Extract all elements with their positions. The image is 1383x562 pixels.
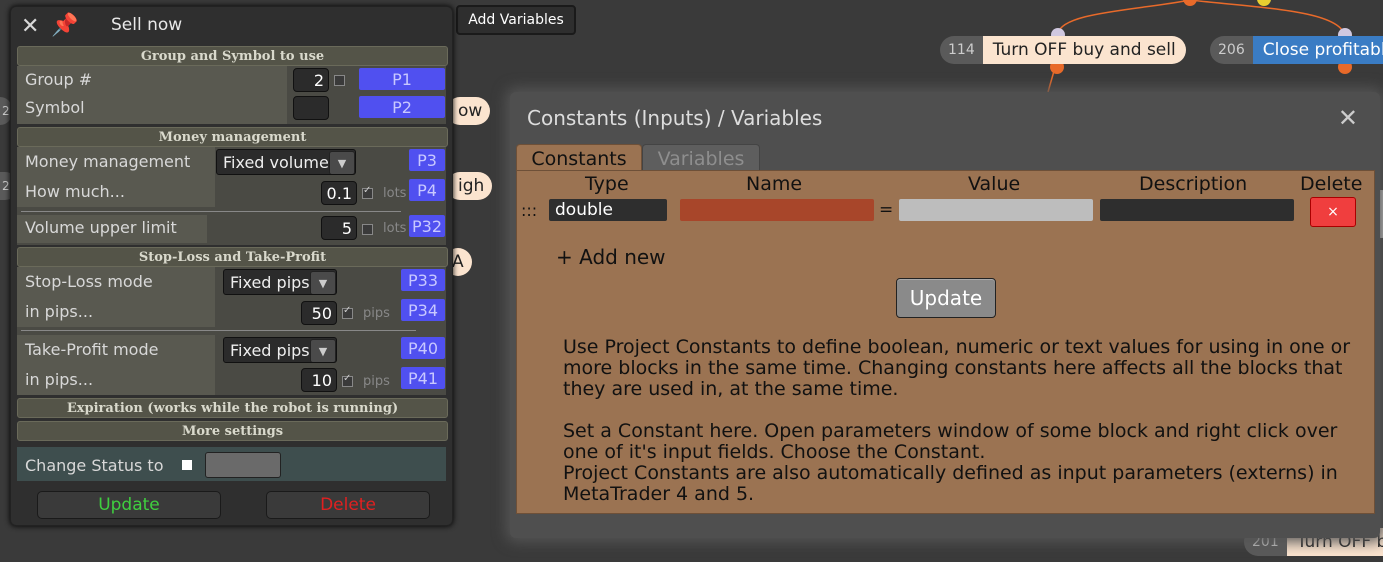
sell-now-window: ✕ 📌 Sell now Group and Symbol to use Gro…	[10, 6, 453, 526]
stop-loss-mode-select[interactable]: Fixed pips ▼	[223, 269, 337, 295]
block-node-206[interactable]: 206 Close profitable	[1210, 36, 1383, 64]
param-p32-button[interactable]: P32	[409, 215, 445, 237]
help-text-3: Project Constants are also automatically…	[563, 462, 1338, 505]
window-title: Constants (Inputs) / Variables	[527, 106, 823, 130]
tab-constants[interactable]: Constants	[516, 144, 642, 172]
param-p33-button[interactable]: P33	[401, 269, 445, 291]
select-value: Fixed volume	[223, 152, 329, 172]
add-new-button[interactable]: + Add new	[556, 245, 666, 269]
name-input[interactable]	[680, 199, 874, 221]
select-value: Fixed pips	[230, 272, 310, 292]
chevron-down-icon: ▼	[329, 151, 355, 174]
change-status-checkbox[interactable]	[182, 460, 192, 470]
drag-handle-icon[interactable]: :::	[521, 201, 537, 220]
how-much-input[interactable]: 0.1	[321, 181, 357, 205]
change-status-label: Change Status to	[25, 456, 164, 475]
status-color-picker[interactable]	[205, 452, 281, 478]
param-p2-button[interactable]: P2	[359, 96, 445, 118]
money-management-label: Money management	[25, 152, 191, 171]
sl-pips-input[interactable]: 50	[301, 301, 337, 325]
how-much-label: How much...	[25, 182, 125, 201]
update-button[interactable]: Update	[896, 278, 996, 318]
tp-pips-checkbox[interactable]	[342, 373, 353, 387]
section-header-more-settings[interactable]: More settings	[17, 421, 448, 441]
delete-row-button[interactable]: ×	[1310, 197, 1356, 227]
block-number: 206	[1210, 36, 1253, 64]
lots-unit: lots	[383, 221, 407, 236]
param-p1-button[interactable]: P1	[359, 68, 445, 90]
param-p41-button[interactable]: P41	[401, 367, 445, 389]
param-p3-button[interactable]: P3	[409, 149, 445, 171]
help-text-2: Set a Constant here. Open parameters win…	[563, 420, 1338, 463]
close-icon[interactable]: ✕	[21, 14, 39, 39]
volume-upper-limit-input[interactable]: 5	[321, 216, 357, 240]
param-p34-button[interactable]: P34	[401, 299, 445, 321]
tp-pips-input[interactable]: 10	[301, 368, 337, 392]
block-label: Close profitable	[1252, 36, 1383, 64]
chevron-down-icon: ▼	[310, 339, 336, 362]
close-icon[interactable]: ✕	[1338, 104, 1358, 132]
constants-panel: Type Name Value Description Delete ::: d…	[516, 170, 1375, 514]
section-header-sltp[interactable]: Stop-Loss and Take-Profit	[17, 247, 448, 267]
group-checkbox[interactable]	[334, 75, 345, 86]
chevron-down-icon: ▼	[310, 271, 336, 294]
param-p4-button[interactable]: P4	[409, 179, 445, 201]
window-title: Sell now	[111, 15, 183, 35]
group-label: Group #	[25, 70, 93, 89]
tp-pips-label: in pips...	[25, 370, 94, 389]
column-header-value: Value	[968, 173, 1021, 195]
volume-upper-checkbox[interactable]	[362, 224, 373, 235]
value-input[interactable]	[899, 199, 1093, 221]
section-header-expiration[interactable]: Expiration (works while the robot is run…	[17, 398, 448, 418]
lots-unit: lots	[383, 186, 407, 201]
divider	[21, 330, 416, 331]
column-header-delete: Delete	[1300, 173, 1363, 195]
select-value: Fixed pips	[230, 340, 310, 360]
section-header-group-symbol[interactable]: Group and Symbol to use	[17, 46, 448, 66]
block-label: Turn OFF buy and sell	[982, 36, 1186, 64]
block-number: 114	[940, 36, 983, 64]
money-management-select[interactable]: Fixed volume ▼	[216, 149, 356, 175]
pips-unit: pips	[363, 306, 390, 321]
section-header-money[interactable]: Money management	[17, 127, 448, 147]
divider	[21, 211, 401, 212]
update-button[interactable]: Update	[37, 491, 221, 519]
column-header-type: Type	[585, 173, 629, 195]
pips-unit: pips	[363, 374, 390, 389]
column-header-description: Description	[1139, 173, 1248, 195]
param-p40-button[interactable]: P40	[401, 337, 445, 359]
help-text-1: Use Project Constants to define boolean,…	[563, 336, 1351, 400]
description-input[interactable]	[1100, 199, 1294, 221]
take-profit-mode-select[interactable]: Fixed pips ▼	[223, 337, 337, 363]
block-node-114[interactable]: 114 Turn OFF buy and sell	[940, 36, 1186, 64]
group-input[interactable]: 2	[293, 68, 329, 92]
type-select[interactable]: double	[549, 199, 667, 221]
symbol-label: Symbol	[25, 98, 85, 117]
column-header-name: Name	[746, 173, 803, 195]
sl-pips-label: in pips...	[25, 302, 94, 321]
stop-loss-mode-label: Stop-Loss mode	[25, 272, 153, 291]
how-much-checkbox[interactable]	[362, 185, 373, 199]
volume-upper-limit-label: Volume upper limit	[25, 218, 177, 237]
take-profit-mode-label: Take-Profit mode	[25, 340, 159, 359]
sl-pips-checkbox[interactable]	[342, 305, 353, 319]
equals-sign: =	[879, 200, 894, 220]
delete-button[interactable]: Delete	[266, 491, 430, 519]
tab-variables[interactable]: Variables	[642, 144, 760, 172]
constants-window: Constants (Inputs) / Variables ✕ Constan…	[510, 92, 1380, 538]
symbol-input[interactable]	[293, 96, 329, 120]
add-variables-button[interactable]: Add Variables	[456, 5, 576, 35]
pin-icon[interactable]: 📌	[51, 13, 78, 38]
